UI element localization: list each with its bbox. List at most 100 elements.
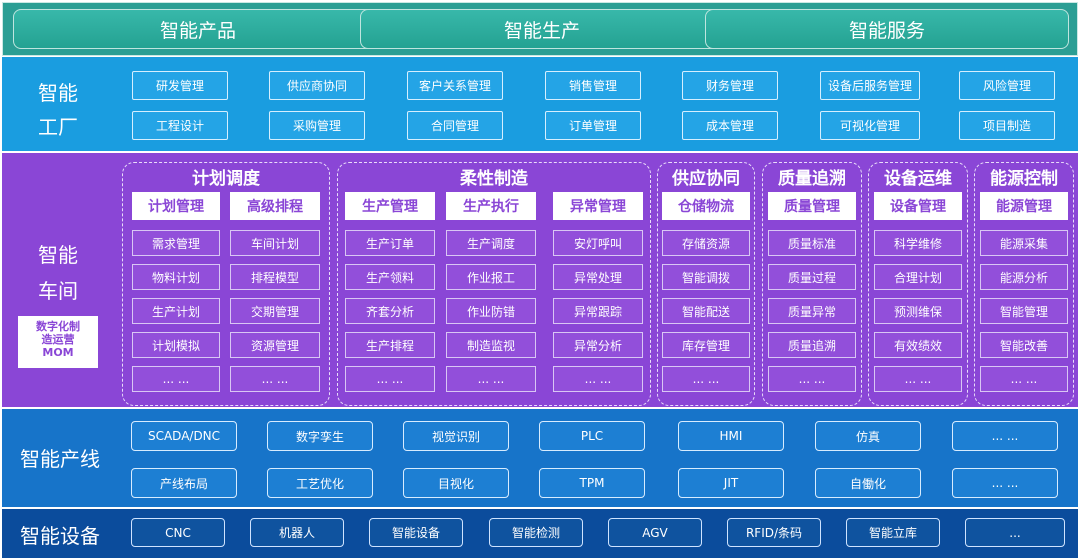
mom-line1: 数字化制 — [36, 320, 80, 333]
list-item[interactable]: ... ... — [345, 366, 435, 392]
list-item[interactable]: ... ... — [132, 366, 220, 392]
line-item[interactable]: 工艺优化 — [267, 468, 373, 498]
list-item[interactable]: 质量追溯 — [768, 332, 856, 358]
factory-item[interactable]: 客户关系管理 — [407, 71, 503, 100]
list-item[interactable]: 生产排程 — [345, 332, 435, 358]
list-item[interactable]: ... ... — [446, 366, 536, 392]
list-item[interactable]: 智能配送 — [662, 298, 750, 324]
list-item[interactable]: 计划模拟 — [132, 332, 220, 358]
list-item[interactable]: 库存管理 — [662, 332, 750, 358]
list-item[interactable]: 资源管理 — [230, 332, 320, 358]
equipment-item[interactable]: 机器人 — [250, 518, 344, 547]
tab-smart-product[interactable]: 智能产品 — [13, 9, 383, 49]
factory-item[interactable]: 可视化管理 — [820, 111, 920, 140]
factory-item[interactable]: 订单管理 — [545, 111, 641, 140]
factory-item[interactable]: 工程设计 — [132, 111, 228, 140]
group-title: 柔性制造 — [460, 169, 528, 189]
list-item[interactable]: ... ... — [980, 366, 1068, 392]
list-item[interactable]: 智能调拨 — [662, 264, 750, 290]
equipment-item[interactable]: ... — [965, 518, 1065, 547]
line-item[interactable]: 视觉识别 — [403, 421, 509, 451]
column-header[interactable]: 仓储物流 — [662, 192, 750, 220]
list-item[interactable]: 排程模型 — [230, 264, 320, 290]
list-item[interactable]: 合理计划 — [874, 264, 962, 290]
list-item[interactable]: 智能改善 — [980, 332, 1068, 358]
list-item[interactable]: 生产调度 — [446, 230, 536, 256]
list-item[interactable]: 生产订单 — [345, 230, 435, 256]
equipment-item[interactable]: 智能设备 — [369, 518, 463, 547]
list-item[interactable]: 质量异常 — [768, 298, 856, 324]
list-item[interactable]: ... ... — [874, 366, 962, 392]
factory-item[interactable]: 研发管理 — [132, 71, 228, 100]
list-item[interactable]: ... ... — [662, 366, 750, 392]
factory-item[interactable]: 成本管理 — [682, 111, 778, 140]
list-item[interactable]: 能源分析 — [980, 264, 1068, 290]
line-title: 智能产线 — [20, 447, 100, 471]
factory-item[interactable]: 采购管理 — [269, 111, 365, 140]
list-item[interactable]: 齐套分析 — [345, 298, 435, 324]
list-item[interactable]: 异常处理 — [553, 264, 643, 290]
line-item[interactable]: SCADA/DNC — [131, 421, 237, 451]
equipment-item[interactable]: RFID/条码 — [727, 518, 821, 547]
list-item[interactable]: 质量过程 — [768, 264, 856, 290]
list-item[interactable]: 智能管理 — [980, 298, 1068, 324]
factory-item[interactable]: 风险管理 — [959, 71, 1055, 100]
column-header[interactable]: 异常管理 — [553, 192, 643, 220]
equipment-item[interactable]: 智能检测 — [489, 518, 583, 547]
column-header[interactable]: 生产管理 — [345, 192, 435, 220]
list-item[interactable]: ... ... — [553, 366, 643, 392]
line-item[interactable]: JIT — [678, 468, 784, 498]
factory-item[interactable]: 设备后服务管理 — [820, 71, 920, 100]
factory-item[interactable]: 供应商协同 — [269, 71, 365, 100]
list-item[interactable]: ... ... — [768, 366, 856, 392]
column-header[interactable]: 能源管理 — [980, 192, 1068, 220]
list-item[interactable]: 生产计划 — [132, 298, 220, 324]
column-header[interactable]: 高级排程 — [230, 192, 320, 220]
list-item[interactable]: ... ... — [230, 366, 320, 392]
list-item[interactable]: 物料计划 — [132, 264, 220, 290]
equipment-item[interactable]: AGV — [608, 518, 702, 547]
column-header[interactable]: 计划管理 — [132, 192, 220, 220]
factory-item[interactable]: 项目制造 — [959, 111, 1055, 140]
list-item[interactable]: 质量标准 — [768, 230, 856, 256]
list-item[interactable]: 能源采集 — [980, 230, 1068, 256]
line-item[interactable]: 数字孪生 — [267, 421, 373, 451]
equipment-item[interactable]: 智能立库 — [846, 518, 940, 547]
line-item[interactable]: ... ... — [952, 421, 1058, 451]
tab-smart-production[interactable]: 智能生产 — [360, 9, 724, 49]
mom-line3: MOM — [42, 346, 74, 359]
column-header[interactable]: 设备管理 — [874, 192, 962, 220]
line-item[interactable]: 自働化 — [815, 468, 921, 498]
column-header[interactable]: 质量管理 — [768, 192, 856, 220]
line-item[interactable]: 仿真 — [815, 421, 921, 451]
mom-badge: 数字化制 造运营 MOM — [18, 316, 98, 368]
list-item[interactable]: 制造监视 — [446, 332, 536, 358]
line-item[interactable]: 目视化 — [403, 468, 509, 498]
group-title: 供应协同 — [672, 169, 740, 189]
group-title: 设备运维 — [884, 169, 952, 189]
list-item[interactable]: 预测维保 — [874, 298, 962, 324]
list-item[interactable]: 异常跟踪 — [553, 298, 643, 324]
list-item[interactable]: 有效绩效 — [874, 332, 962, 358]
line-item[interactable]: HMI — [678, 421, 784, 451]
list-item[interactable]: 需求管理 — [132, 230, 220, 256]
list-item[interactable]: 作业报工 — [446, 264, 536, 290]
list-item[interactable]: 存储资源 — [662, 230, 750, 256]
list-item[interactable]: 安灯呼叫 — [553, 230, 643, 256]
list-item[interactable]: 作业防错 — [446, 298, 536, 324]
line-item[interactable]: TPM — [539, 468, 645, 498]
factory-item[interactable]: 合同管理 — [407, 111, 503, 140]
column-header[interactable]: 生产执行 — [446, 192, 536, 220]
tab-smart-service[interactable]: 智能服务 — [705, 9, 1069, 49]
line-item[interactable]: PLC — [539, 421, 645, 451]
line-item[interactable]: 产线布局 — [131, 468, 237, 498]
list-item[interactable]: 交期管理 — [230, 298, 320, 324]
list-item[interactable]: 异常分析 — [553, 332, 643, 358]
list-item[interactable]: 生产领料 — [345, 264, 435, 290]
factory-item[interactable]: 销售管理 — [545, 71, 641, 100]
line-item[interactable]: ... ... — [952, 468, 1058, 498]
equipment-item[interactable]: CNC — [131, 518, 225, 547]
list-item[interactable]: 车间计划 — [230, 230, 320, 256]
factory-item[interactable]: 财务管理 — [682, 71, 778, 100]
list-item[interactable]: 科学维修 — [874, 230, 962, 256]
